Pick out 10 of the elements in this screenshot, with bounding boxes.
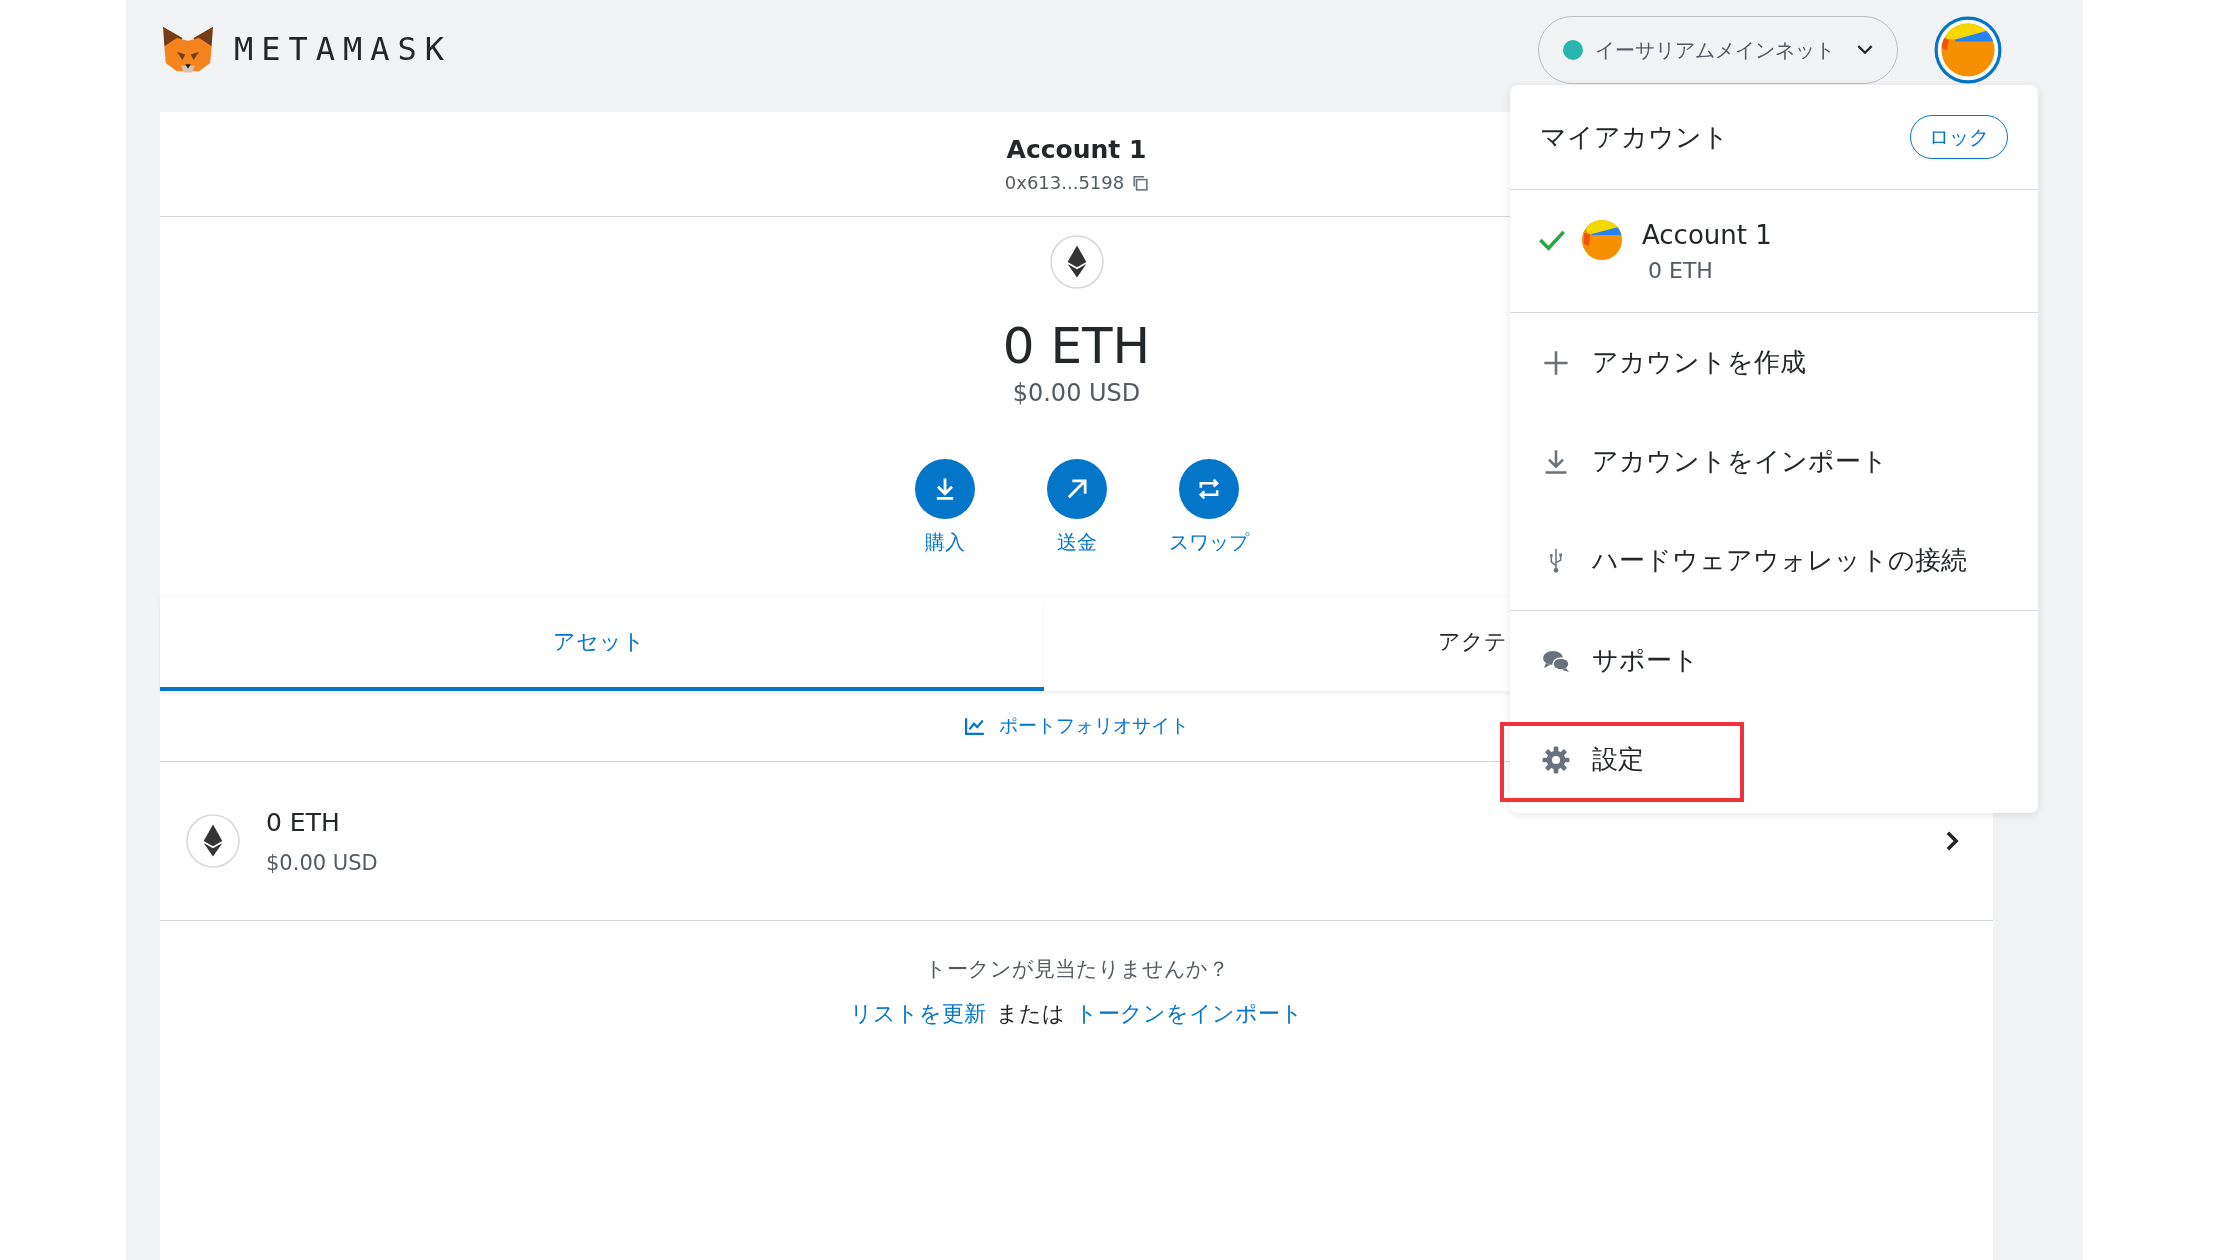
account-item-name: Account 1 (1642, 219, 1772, 250)
missing-tokens-text: トークンが見当たりませんか？ (924, 956, 1229, 983)
balance-fiat: $0.00 USD (1012, 379, 1141, 407)
asset-fiat: $0.00 USD (266, 850, 378, 875)
asset-amount: 0 ETH (266, 807, 340, 837)
menu-title: マイアカウント (1540, 120, 1729, 154)
balance-amount: 0 ETH (1002, 317, 1151, 375)
account-item-balance: 0 ETH (1647, 257, 1714, 283)
or-text: または (996, 1000, 1065, 1028)
logo-wordmark: METAMASK (234, 30, 453, 68)
